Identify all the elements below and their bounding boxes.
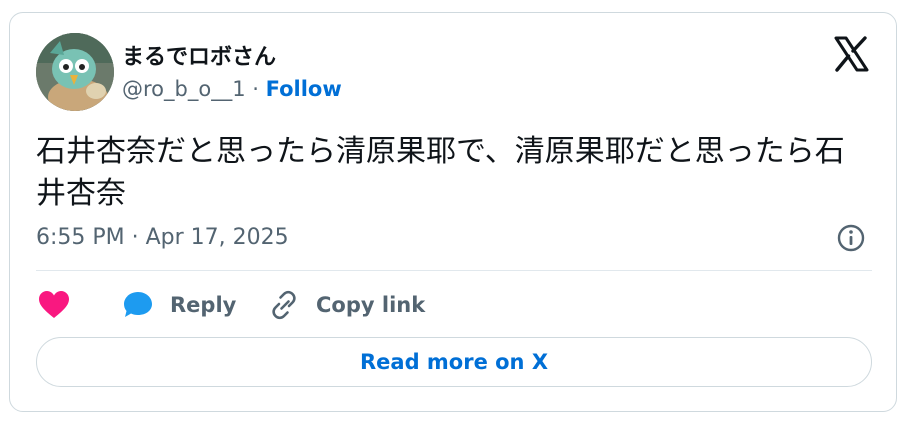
like-button[interactable] bbox=[38, 283, 70, 327]
user-handle[interactable]: @ro_b_o__1 bbox=[122, 77, 246, 101]
display-name[interactable]: まるでロボさん bbox=[122, 39, 276, 71]
reply-label: Reply bbox=[170, 293, 237, 317]
reply-button[interactable]: Reply bbox=[122, 283, 236, 327]
handle-separator: · bbox=[245, 77, 266, 101]
read-more-label: Read more on X bbox=[359, 350, 549, 374]
post-timestamp[interactable]: 6:55 PM · Apr 17, 2025 bbox=[36, 225, 289, 250]
heart-icon bbox=[39, 291, 69, 318]
x-logo-icon[interactable] bbox=[832, 35, 870, 73]
link-icon bbox=[272, 290, 296, 320]
avatar[interactable] bbox=[36, 33, 114, 111]
avatar-image bbox=[36, 33, 114, 111]
read-more-button[interactable]: Read more on X bbox=[36, 337, 872, 387]
follow-link[interactable]: Follow bbox=[266, 77, 342, 101]
divider bbox=[36, 270, 872, 271]
copy-link-label: Copy link bbox=[316, 293, 426, 317]
copy-link-button[interactable]: Copy link bbox=[268, 283, 425, 327]
post-text: 石井杏奈だと思ったら清原果耶で、清原果耶だと思ったら石井杏奈 bbox=[36, 134, 845, 211]
handle-row: @ro_b_o__1 · Follow bbox=[122, 77, 342, 101]
speech-bubble-icon bbox=[124, 292, 152, 317]
embedded-post-card: まるでロボさん @ro_b_o__1 · Follow 石井杏奈だと思ったら清原… bbox=[9, 12, 897, 412]
info-icon[interactable] bbox=[836, 223, 866, 253]
